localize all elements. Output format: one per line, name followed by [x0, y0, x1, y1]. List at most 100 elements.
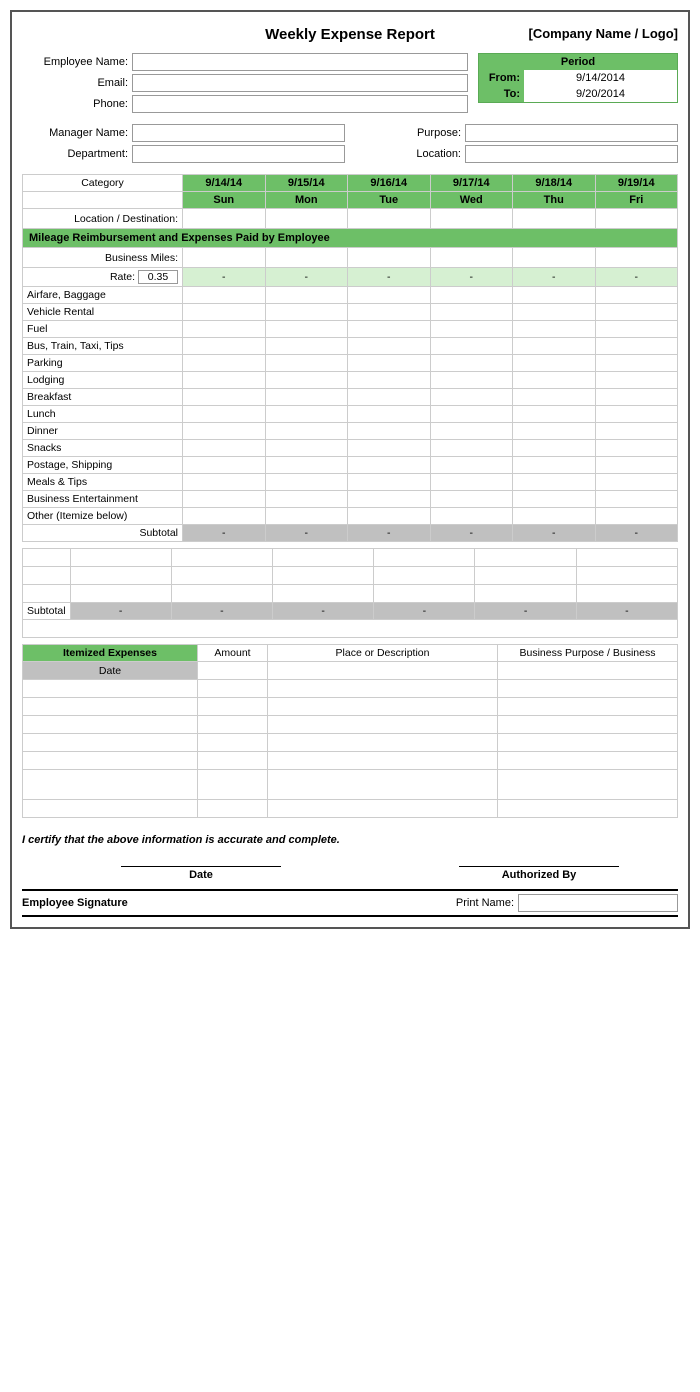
cat-6-day-0[interactable]	[183, 389, 266, 406]
cat-13-day-1[interactable]	[265, 508, 348, 525]
cat-1-day-5[interactable]	[595, 304, 678, 321]
cat-10-day-2[interactable]	[348, 457, 431, 474]
email-input[interactable]	[132, 74, 468, 92]
cat-2-day-1[interactable]	[265, 321, 348, 338]
cat-4-day-5[interactable]	[595, 355, 678, 372]
cat-12-day-2[interactable]	[348, 491, 431, 508]
cat-3-day-3[interactable]	[430, 338, 513, 355]
cat-3-day-2[interactable]	[348, 338, 431, 355]
cat-13-day-3[interactable]	[430, 508, 513, 525]
cat-11-day-3[interactable]	[430, 474, 513, 491]
cat-8-day-4[interactable]	[513, 423, 596, 440]
cat-0-day-2[interactable]	[348, 287, 431, 304]
cat-5-day-1[interactable]	[265, 372, 348, 389]
cat-4-day-2[interactable]	[348, 355, 431, 372]
cat-7-day-4[interactable]	[513, 406, 596, 423]
cat-10-day-4[interactable]	[513, 457, 596, 474]
cat-6-day-3[interactable]	[430, 389, 513, 406]
cat-11-day-5[interactable]	[595, 474, 678, 491]
cat-6-day-4[interactable]	[513, 389, 596, 406]
cat-4-day-1[interactable]	[265, 355, 348, 372]
cat-1-day-4[interactable]	[513, 304, 596, 321]
cat-9-day-0[interactable]	[183, 440, 266, 457]
cat-9-day-3[interactable]	[430, 440, 513, 457]
location-cell-2[interactable]	[348, 209, 431, 229]
location-cell-5[interactable]	[595, 209, 678, 229]
itemized-place-0[interactable]	[268, 662, 498, 680]
cat-7-day-3[interactable]	[430, 406, 513, 423]
cat-12-day-1[interactable]	[265, 491, 348, 508]
manager-input[interactable]	[132, 124, 345, 142]
cat-9-day-5[interactable]	[595, 440, 678, 457]
miles-cell-3[interactable]	[430, 248, 513, 268]
cat-6-day-1[interactable]	[265, 389, 348, 406]
cat-5-day-5[interactable]	[595, 372, 678, 389]
location-input[interactable]	[465, 145, 678, 163]
cat-0-day-1[interactable]	[265, 287, 348, 304]
cat-1-day-0[interactable]	[183, 304, 266, 321]
cat-5-day-2[interactable]	[348, 372, 431, 389]
location-cell-0[interactable]	[183, 209, 266, 229]
itemized-purpose-0[interactable]	[498, 662, 678, 680]
miles-cell-1[interactable]	[265, 248, 348, 268]
cat-1-day-3[interactable]	[430, 304, 513, 321]
cat-0-day-4[interactable]	[513, 287, 596, 304]
cat-8-day-2[interactable]	[348, 423, 431, 440]
cat-2-day-3[interactable]	[430, 321, 513, 338]
cat-2-day-5[interactable]	[595, 321, 678, 338]
cat-2-day-4[interactable]	[513, 321, 596, 338]
cat-3-day-5[interactable]	[595, 338, 678, 355]
itemized-amount-0[interactable]	[198, 662, 268, 680]
cat-12-day-4[interactable]	[513, 491, 596, 508]
cat-1-day-1[interactable]	[265, 304, 348, 321]
cat-5-day-4[interactable]	[513, 372, 596, 389]
cat-3-day-4[interactable]	[513, 338, 596, 355]
cat-13-day-0[interactable]	[183, 508, 266, 525]
miles-cell-0[interactable]	[183, 248, 266, 268]
print-name-input[interactable]	[518, 894, 678, 912]
cat-6-day-2[interactable]	[348, 389, 431, 406]
cat-4-day-3[interactable]	[430, 355, 513, 372]
miles-cell-4[interactable]	[513, 248, 596, 268]
location-cell-4[interactable]	[513, 209, 596, 229]
cat-13-day-2[interactable]	[348, 508, 431, 525]
department-input[interactable]	[132, 145, 345, 163]
cat-2-day-2[interactable]	[348, 321, 431, 338]
cat-8-day-3[interactable]	[430, 423, 513, 440]
cat-9-day-4[interactable]	[513, 440, 596, 457]
cat-11-day-0[interactable]	[183, 474, 266, 491]
cat-0-day-3[interactable]	[430, 287, 513, 304]
cat-12-day-5[interactable]	[595, 491, 678, 508]
cat-11-day-2[interactable]	[348, 474, 431, 491]
cat-4-day-4[interactable]	[513, 355, 596, 372]
cat-3-day-0[interactable]	[183, 338, 266, 355]
cat-5-day-0[interactable]	[183, 372, 266, 389]
miles-cell-5[interactable]	[595, 248, 678, 268]
cat-5-day-3[interactable]	[430, 372, 513, 389]
purpose-input[interactable]	[465, 124, 678, 142]
cat-11-day-4[interactable]	[513, 474, 596, 491]
cat-7-day-0[interactable]	[183, 406, 266, 423]
cat-10-day-0[interactable]	[183, 457, 266, 474]
location-cell-3[interactable]	[430, 209, 513, 229]
cat-10-day-5[interactable]	[595, 457, 678, 474]
cat-13-day-5[interactable]	[595, 508, 678, 525]
cat-7-day-5[interactable]	[595, 406, 678, 423]
cat-12-day-0[interactable]	[183, 491, 266, 508]
rate-input[interactable]	[138, 270, 178, 284]
cat-6-day-5[interactable]	[595, 389, 678, 406]
cat-7-day-2[interactable]	[348, 406, 431, 423]
cat-11-day-1[interactable]	[265, 474, 348, 491]
cat-9-day-1[interactable]	[265, 440, 348, 457]
cat-0-day-5[interactable]	[595, 287, 678, 304]
cat-13-day-4[interactable]	[513, 508, 596, 525]
cat-2-day-0[interactable]	[183, 321, 266, 338]
employee-name-input[interactable]	[132, 53, 468, 71]
miles-cell-2[interactable]	[348, 248, 431, 268]
cat-4-day-0[interactable]	[183, 355, 266, 372]
location-cell-1[interactable]	[265, 209, 348, 229]
cat-10-day-1[interactable]	[265, 457, 348, 474]
cat-3-day-1[interactable]	[265, 338, 348, 355]
cat-12-day-3[interactable]	[430, 491, 513, 508]
cat-1-day-2[interactable]	[348, 304, 431, 321]
